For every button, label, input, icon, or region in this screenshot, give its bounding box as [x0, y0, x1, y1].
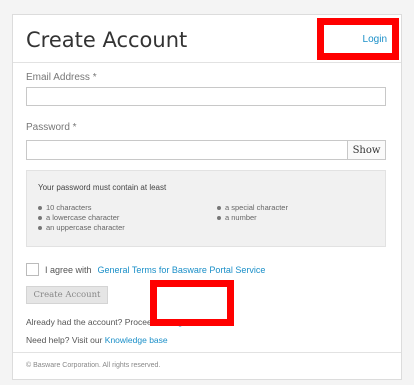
rule-item: a lowercase character: [38, 213, 119, 222]
help-line: Need help? Visit our Knowledge base: [26, 335, 168, 345]
bullet-icon: [38, 215, 42, 220]
show-password-button[interactable]: Show: [347, 140, 386, 160]
rule-text: a lowercase character: [46, 213, 120, 222]
password-field: Show: [26, 140, 386, 160]
knowledge-base-link[interactable]: Knowledge base: [105, 335, 168, 345]
password-label: Password *: [26, 122, 77, 133]
page-title: Create Account: [26, 28, 188, 52]
bullet-icon: [217, 205, 221, 210]
terms-link[interactable]: General Terms for Basware Portal Service: [98, 265, 266, 275]
rule-text: an uppercase character: [46, 223, 125, 232]
rule-text: a number: [225, 213, 257, 222]
bullet-icon: [38, 225, 42, 230]
rule-item: an uppercase character: [38, 223, 125, 232]
login-link[interactable]: Login: [168, 317, 189, 327]
rule-item: 10 characters: [38, 203, 91, 212]
rule-text: a special character: [225, 203, 288, 212]
password-rules-title: Your password must contain at least: [38, 183, 167, 192]
bullet-icon: [217, 215, 221, 220]
password-input[interactable]: [26, 140, 348, 160]
terms-prefix: I agree with: [45, 264, 92, 275]
terms-agreement: I agree with General Terms for Basware P…: [26, 263, 265, 276]
copyright-text: © Basware Corporation. All rights reserv…: [26, 362, 161, 369]
existing-account-prefix: Already had the account? Proceed to: [26, 317, 166, 327]
email-input[interactable]: [26, 87, 386, 106]
password-rules-box: Your password must contain at least 10 c…: [26, 170, 386, 247]
header-login-link[interactable]: Login: [363, 34, 387, 45]
email-label: Email Address *: [26, 72, 97, 83]
existing-account-line: Already had the account? Proceed to Logi…: [26, 317, 189, 327]
card-header: Create Account Login: [13, 15, 401, 63]
rule-text: 10 characters: [46, 203, 92, 212]
bullet-icon: [38, 205, 42, 210]
create-account-card: Create Account Login Email Address * Pas…: [12, 14, 402, 380]
terms-checkbox[interactable]: [26, 263, 39, 276]
create-account-button[interactable]: Create Account: [26, 286, 108, 304]
rule-item: a special character: [217, 203, 288, 212]
card-footer: © Basware Corporation. All rights reserv…: [13, 352, 401, 379]
help-prefix: Need help? Visit our: [26, 335, 103, 345]
rule-item: a number: [217, 213, 257, 222]
